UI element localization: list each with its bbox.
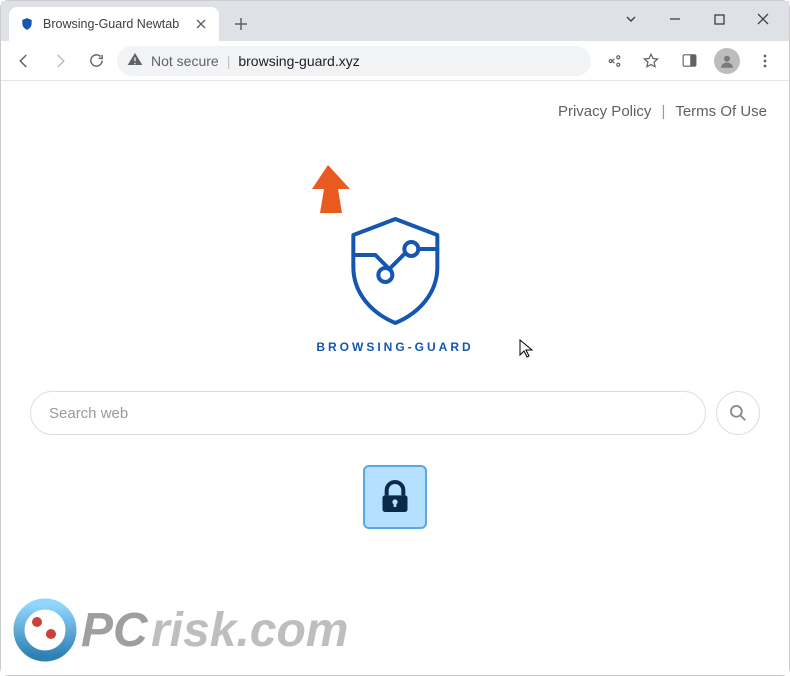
url-text: browsing-guard.xyz: [238, 53, 359, 69]
omnibox-divider: |: [227, 53, 231, 69]
watermark: PC risk.com: [11, 588, 371, 671]
search-button[interactable]: [716, 391, 760, 435]
window-close-button[interactable]: [741, 4, 785, 34]
search-row: Search web: [30, 391, 760, 435]
maximize-button[interactable]: [697, 4, 741, 34]
new-tab-button[interactable]: [227, 10, 255, 38]
avatar-icon[interactable]: [711, 45, 743, 77]
shield-logo-icon: [335, 209, 455, 329]
reload-button[interactable]: [81, 46, 111, 76]
shield-favicon: [19, 16, 35, 32]
kebab-menu-icon[interactable]: [749, 45, 781, 77]
forward-button[interactable]: [45, 46, 75, 76]
star-icon[interactable]: [635, 45, 667, 77]
tab-title: Browsing-Guard Newtab: [43, 17, 185, 31]
tab-strip: Browsing-Guard Newtab: [1, 1, 789, 41]
svg-text:PC: PC: [81, 604, 149, 657]
link-separator: |: [662, 103, 666, 120]
padlock-icon: [375, 477, 415, 517]
warning-triangle-icon: [127, 51, 143, 70]
security-label: Not secure: [151, 53, 219, 69]
privacy-policy-link[interactable]: Privacy Policy: [558, 103, 651, 120]
terms-of-use-link[interactable]: Terms Of Use: [675, 103, 767, 120]
side-panel-icon[interactable]: [673, 45, 705, 77]
address-bar[interactable]: Not secure | browsing-guard.xyz: [117, 46, 591, 76]
window-controls: [609, 1, 785, 37]
logo-text: BROWSING-GUARD: [316, 340, 473, 354]
tab-close-icon[interactable]: [193, 16, 209, 32]
back-button[interactable]: [9, 46, 39, 76]
browser-tab[interactable]: Browsing-Guard Newtab: [9, 7, 219, 41]
header-links: Privacy Policy | Terms Of Use: [558, 103, 767, 120]
watermark-text: risk.com: [151, 604, 348, 657]
chevron-down-icon[interactable]: [609, 4, 653, 34]
minimize-button[interactable]: [653, 4, 697, 34]
lock-shortcut-tile[interactable]: [363, 465, 427, 529]
share-icon[interactable]: [597, 45, 629, 77]
search-icon: [728, 403, 748, 423]
site-logo: BROWSING-GUARD: [316, 209, 473, 354]
cursor-icon: [519, 339, 535, 364]
search-placeholder: Search web: [49, 405, 128, 422]
browser-toolbar: Not secure | browsing-guard.xyz: [1, 41, 789, 81]
page-content: Privacy Policy | Terms Of Use BROWSING-G…: [1, 81, 789, 675]
search-input[interactable]: Search web: [30, 391, 706, 435]
